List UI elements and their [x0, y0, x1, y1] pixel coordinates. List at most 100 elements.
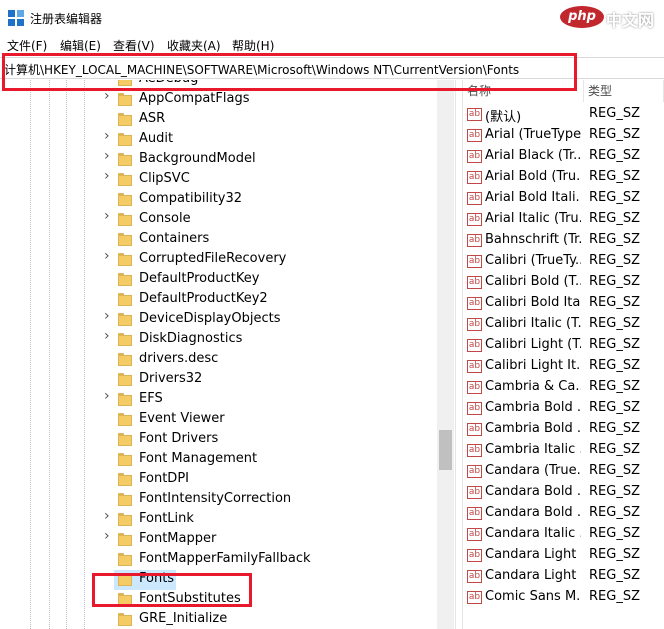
value-name: Cambria Bold ...: [485, 421, 581, 436]
value-type: REG_SZ: [589, 358, 640, 373]
watermark-text: 中文网: [606, 11, 655, 30]
value-name: Calibri Light (T...: [485, 337, 581, 352]
tree-item-label: Console: [139, 211, 191, 226]
tree-item-label: FontLink: [139, 511, 194, 526]
value-name: Candara Bold ...: [485, 505, 581, 520]
folder-icon: [118, 393, 132, 406]
value-name: Arial Black (Tr...: [485, 148, 581, 163]
value-row[interactable]: ab Candara (True... REG_SZ: [463, 461, 664, 482]
folder-icon: [118, 413, 132, 426]
value-type: REG_SZ: [589, 232, 640, 247]
value-row[interactable]: ab Arial Black (Tr... REG_SZ: [463, 146, 664, 167]
value-row[interactable]: ab Cambria Bold ... REG_SZ: [463, 398, 664, 419]
value-row[interactable]: ab Bahnschrift (Tr... REG_SZ: [463, 230, 664, 251]
string-value-icon: ab: [467, 381, 482, 394]
menu-help[interactable]: 帮助(H): [232, 37, 274, 54]
tree-item-label: FontMapper: [139, 531, 217, 546]
column-header-type[interactable]: 类型: [584, 80, 664, 102]
chevron-right-icon[interactable]: ›: [104, 149, 114, 163]
folder-icon: [118, 93, 132, 106]
tree-item-label: Drivers32: [139, 371, 203, 386]
string-value-icon: ab: [467, 297, 482, 310]
chevron-right-icon[interactable]: ›: [104, 89, 114, 103]
value-row[interactable]: ab (默认) REG_SZ: [463, 104, 664, 125]
title-bar: 注册表编辑器 php 中文网: [0, 0, 664, 36]
value-row[interactable]: ab Arial Italic (Tru... REG_SZ: [463, 209, 664, 230]
scrollbar-thumb[interactable]: [439, 430, 452, 470]
string-value-icon: ab: [467, 402, 482, 415]
value-row[interactable]: ab Cambria & Ca... REG_SZ: [463, 377, 664, 398]
string-value-icon: ab: [467, 423, 482, 436]
pane-splitter[interactable]: [455, 80, 463, 629]
tree-item-label: BackgroundModel: [139, 151, 256, 166]
folder-icon: [118, 153, 132, 166]
tree-item-label: Font Management: [139, 451, 258, 466]
key-tree[interactable]: ›AeDebug›AppCompatFlagsASR›Audit›Backgro…: [0, 80, 455, 629]
value-name: Calibri Bold (T...: [485, 274, 581, 289]
value-name: Calibri Bold Ita...: [485, 295, 581, 310]
tree-item-label: DeviceDisplayObjects: [139, 311, 281, 326]
value-type: REG_SZ: [589, 127, 640, 142]
value-type: REG_SZ: [589, 169, 640, 184]
value-row[interactable]: ab Calibri (TrueTy... REG_SZ: [463, 251, 664, 272]
value-row[interactable]: abCandara Light ... REG_SZ: [463, 566, 664, 587]
folder-icon: [118, 533, 132, 546]
chevron-right-icon[interactable]: ›: [104, 529, 114, 543]
tree-item-label: CorruptedFileRecovery: [139, 251, 287, 266]
value-row[interactable]: ab Calibri Italic (T... REG_SZ: [463, 314, 664, 335]
value-row[interactable]: ab Candara Bold ... REG_SZ: [463, 503, 664, 524]
value-name: Candara Italic ...: [485, 526, 581, 541]
tree-item-label: DefaultProductKey: [139, 271, 260, 286]
folder-icon: [118, 213, 132, 226]
chevron-right-icon[interactable]: ›: [104, 309, 114, 323]
folder-icon: [118, 113, 132, 126]
chevron-right-icon[interactable]: ›: [104, 129, 114, 143]
value-type: REG_SZ: [589, 463, 640, 478]
tree-scrollbar[interactable]: [437, 80, 454, 629]
string-value-icon: ab: [467, 507, 482, 520]
tree-item-label: drivers.desc: [139, 351, 219, 366]
value-type: REG_SZ: [589, 526, 640, 541]
value-row[interactable]: ab Calibri Bold (T... REG_SZ: [463, 272, 664, 293]
chevron-right-icon[interactable]: ›: [104, 329, 114, 343]
value-list[interactable]: 名称 类型 ab (默认) REG_SZ ab Arial (TrueType) REG_…: [463, 80, 664, 629]
value-row[interactable]: ab Calibri Light (T... REG_SZ: [463, 335, 664, 356]
tree-item-label: ASR: [139, 111, 166, 126]
string-value-icon: ab: [467, 465, 482, 478]
folder-icon: [118, 433, 132, 446]
value-row[interactable]: abCandara Italic ... REG_SZ: [463, 524, 664, 545]
value-name: Candara Bold ...: [485, 484, 581, 499]
folder-icon: [118, 313, 132, 326]
value-row[interactable]: ab Arial Bold Itali... REG_SZ: [463, 188, 664, 209]
menu-file[interactable]: 文件(F): [7, 37, 47, 54]
value-row[interactable]: ab Candara Bold ... REG_SZ: [463, 482, 664, 503]
chevron-right-icon[interactable]: ›: [104, 249, 114, 263]
string-value-icon: ab: [467, 255, 482, 268]
string-value-icon: ab: [467, 213, 482, 226]
value-name: Arial Bold Itali...: [485, 190, 581, 205]
chevron-right-icon[interactable]: ›: [104, 209, 114, 223]
value-row[interactable]: abCambria Italic ... REG_SZ: [463, 440, 664, 461]
tree-item-label: Containers: [139, 231, 210, 246]
menu-edit[interactable]: 编辑(E): [60, 37, 101, 54]
value-row[interactable]: abCandara Light ... REG_SZ: [463, 545, 664, 566]
value-row[interactable]: ab Arial Bold (Tru... REG_SZ: [463, 167, 664, 188]
tree-item-label: FontMapperFamilyFallback: [139, 551, 311, 566]
chevron-right-icon[interactable]: ›: [104, 169, 114, 183]
window-title: 注册表编辑器: [30, 12, 103, 26]
folder-icon: [118, 493, 132, 506]
tree-item-label: ClipSVC: [139, 171, 190, 186]
menu-view[interactable]: 查看(V): [113, 37, 155, 54]
value-row[interactable]: ab Comic Sans M... REG_SZ: [463, 587, 664, 608]
value-type: REG_SZ: [589, 442, 640, 457]
tree-item-label: DiskDiagnostics: [139, 331, 243, 346]
chevron-right-icon[interactable]: ›: [104, 509, 114, 523]
value-name: Cambria Italic ...: [485, 442, 581, 457]
value-row[interactable]: ab Calibri Light It... REG_SZ: [463, 356, 664, 377]
value-row[interactable]: ab Cambria Bold ... REG_SZ: [463, 419, 664, 440]
value-row[interactable]: abCalibri Bold Ita... REG_SZ: [463, 293, 664, 314]
menu-favorites[interactable]: 收藏夹(A): [167, 37, 221, 54]
tree-item-label: Font Drivers: [139, 431, 219, 446]
chevron-right-icon[interactable]: ›: [104, 389, 114, 403]
value-row[interactable]: ab Arial (TrueType) REG_SZ: [463, 125, 664, 146]
